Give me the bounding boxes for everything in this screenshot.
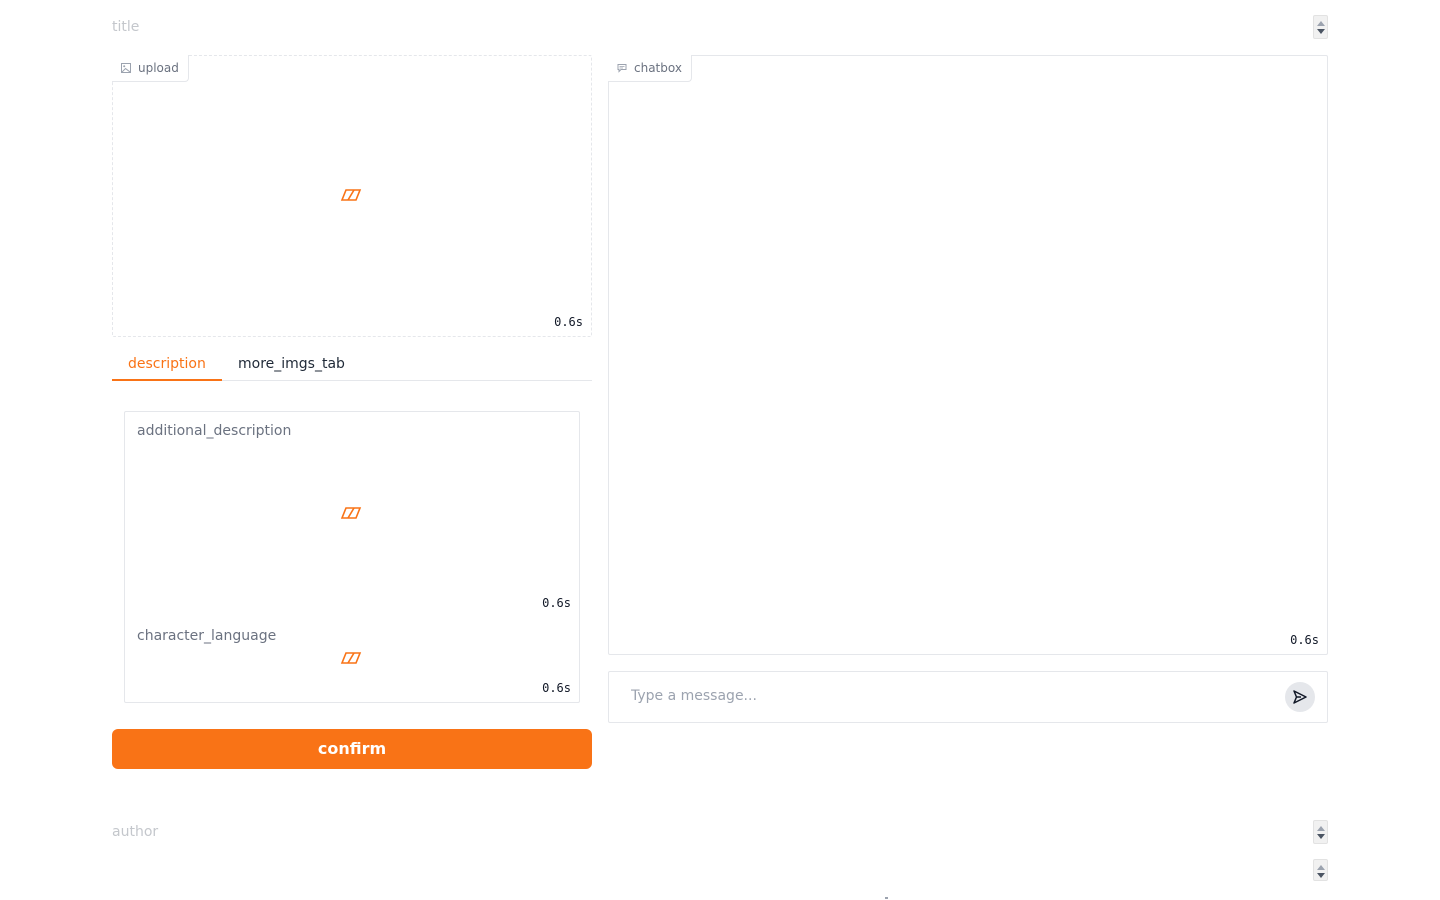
spinner-down-icon[interactable] (1317, 29, 1325, 34)
chatbox-label-text: chatbox (634, 61, 682, 75)
next-field-spinner[interactable] (1313, 859, 1328, 881)
send-button[interactable] (1285, 682, 1315, 712)
character-language-timer: 0.6s (542, 681, 571, 695)
loading-icon (340, 507, 362, 519)
spinner-down-icon[interactable] (1317, 873, 1325, 878)
send-icon (1293, 690, 1307, 704)
loading-icon (340, 652, 362, 664)
character-language-label: character_language (137, 628, 277, 644)
title-placeholder: title (112, 19, 140, 35)
upload-label: upload (112, 55, 189, 82)
tab-more-imgs[interactable]: more_imgs_tab (222, 348, 361, 381)
spinner-up-icon[interactable] (1317, 865, 1325, 870)
chat-icon (617, 64, 627, 73)
message-box (608, 671, 1328, 723)
author-field[interactable]: author (112, 820, 1328, 844)
title-field[interactable]: title (112, 15, 1328, 39)
spinner-down-icon[interactable] (1317, 834, 1325, 839)
author-spinner[interactable] (1313, 820, 1328, 844)
image-icon (121, 63, 131, 73)
partial-content-mark (885, 897, 888, 899)
spinner-up-icon[interactable] (1317, 21, 1325, 26)
upload-timer: 0.6s (554, 315, 583, 329)
upload-panel[interactable]: upload 0.6s (112, 55, 592, 337)
next-field[interactable] (112, 859, 1328, 881)
tab-description[interactable]: description (112, 348, 222, 381)
chatbox-label: chatbox (608, 55, 692, 82)
confirm-button[interactable]: confirm (112, 729, 592, 769)
chatbox-timer: 0.6s (1290, 633, 1319, 647)
additional-description-timer: 0.6s (542, 596, 571, 610)
additional-description-label: additional_description (137, 423, 292, 439)
title-spinner[interactable] (1313, 15, 1328, 39)
chatbox-panel[interactable]: chatbox 0.6s (608, 55, 1328, 655)
upload-label-text: upload (138, 61, 179, 75)
author-placeholder: author (112, 824, 159, 840)
message-input[interactable] (631, 688, 1271, 704)
description-card: additional_description 0.6s character_la… (124, 411, 580, 703)
spinner-up-icon[interactable] (1317, 826, 1325, 831)
tab-bar: description more_imgs_tab (112, 348, 592, 381)
loading-icon (340, 189, 362, 201)
